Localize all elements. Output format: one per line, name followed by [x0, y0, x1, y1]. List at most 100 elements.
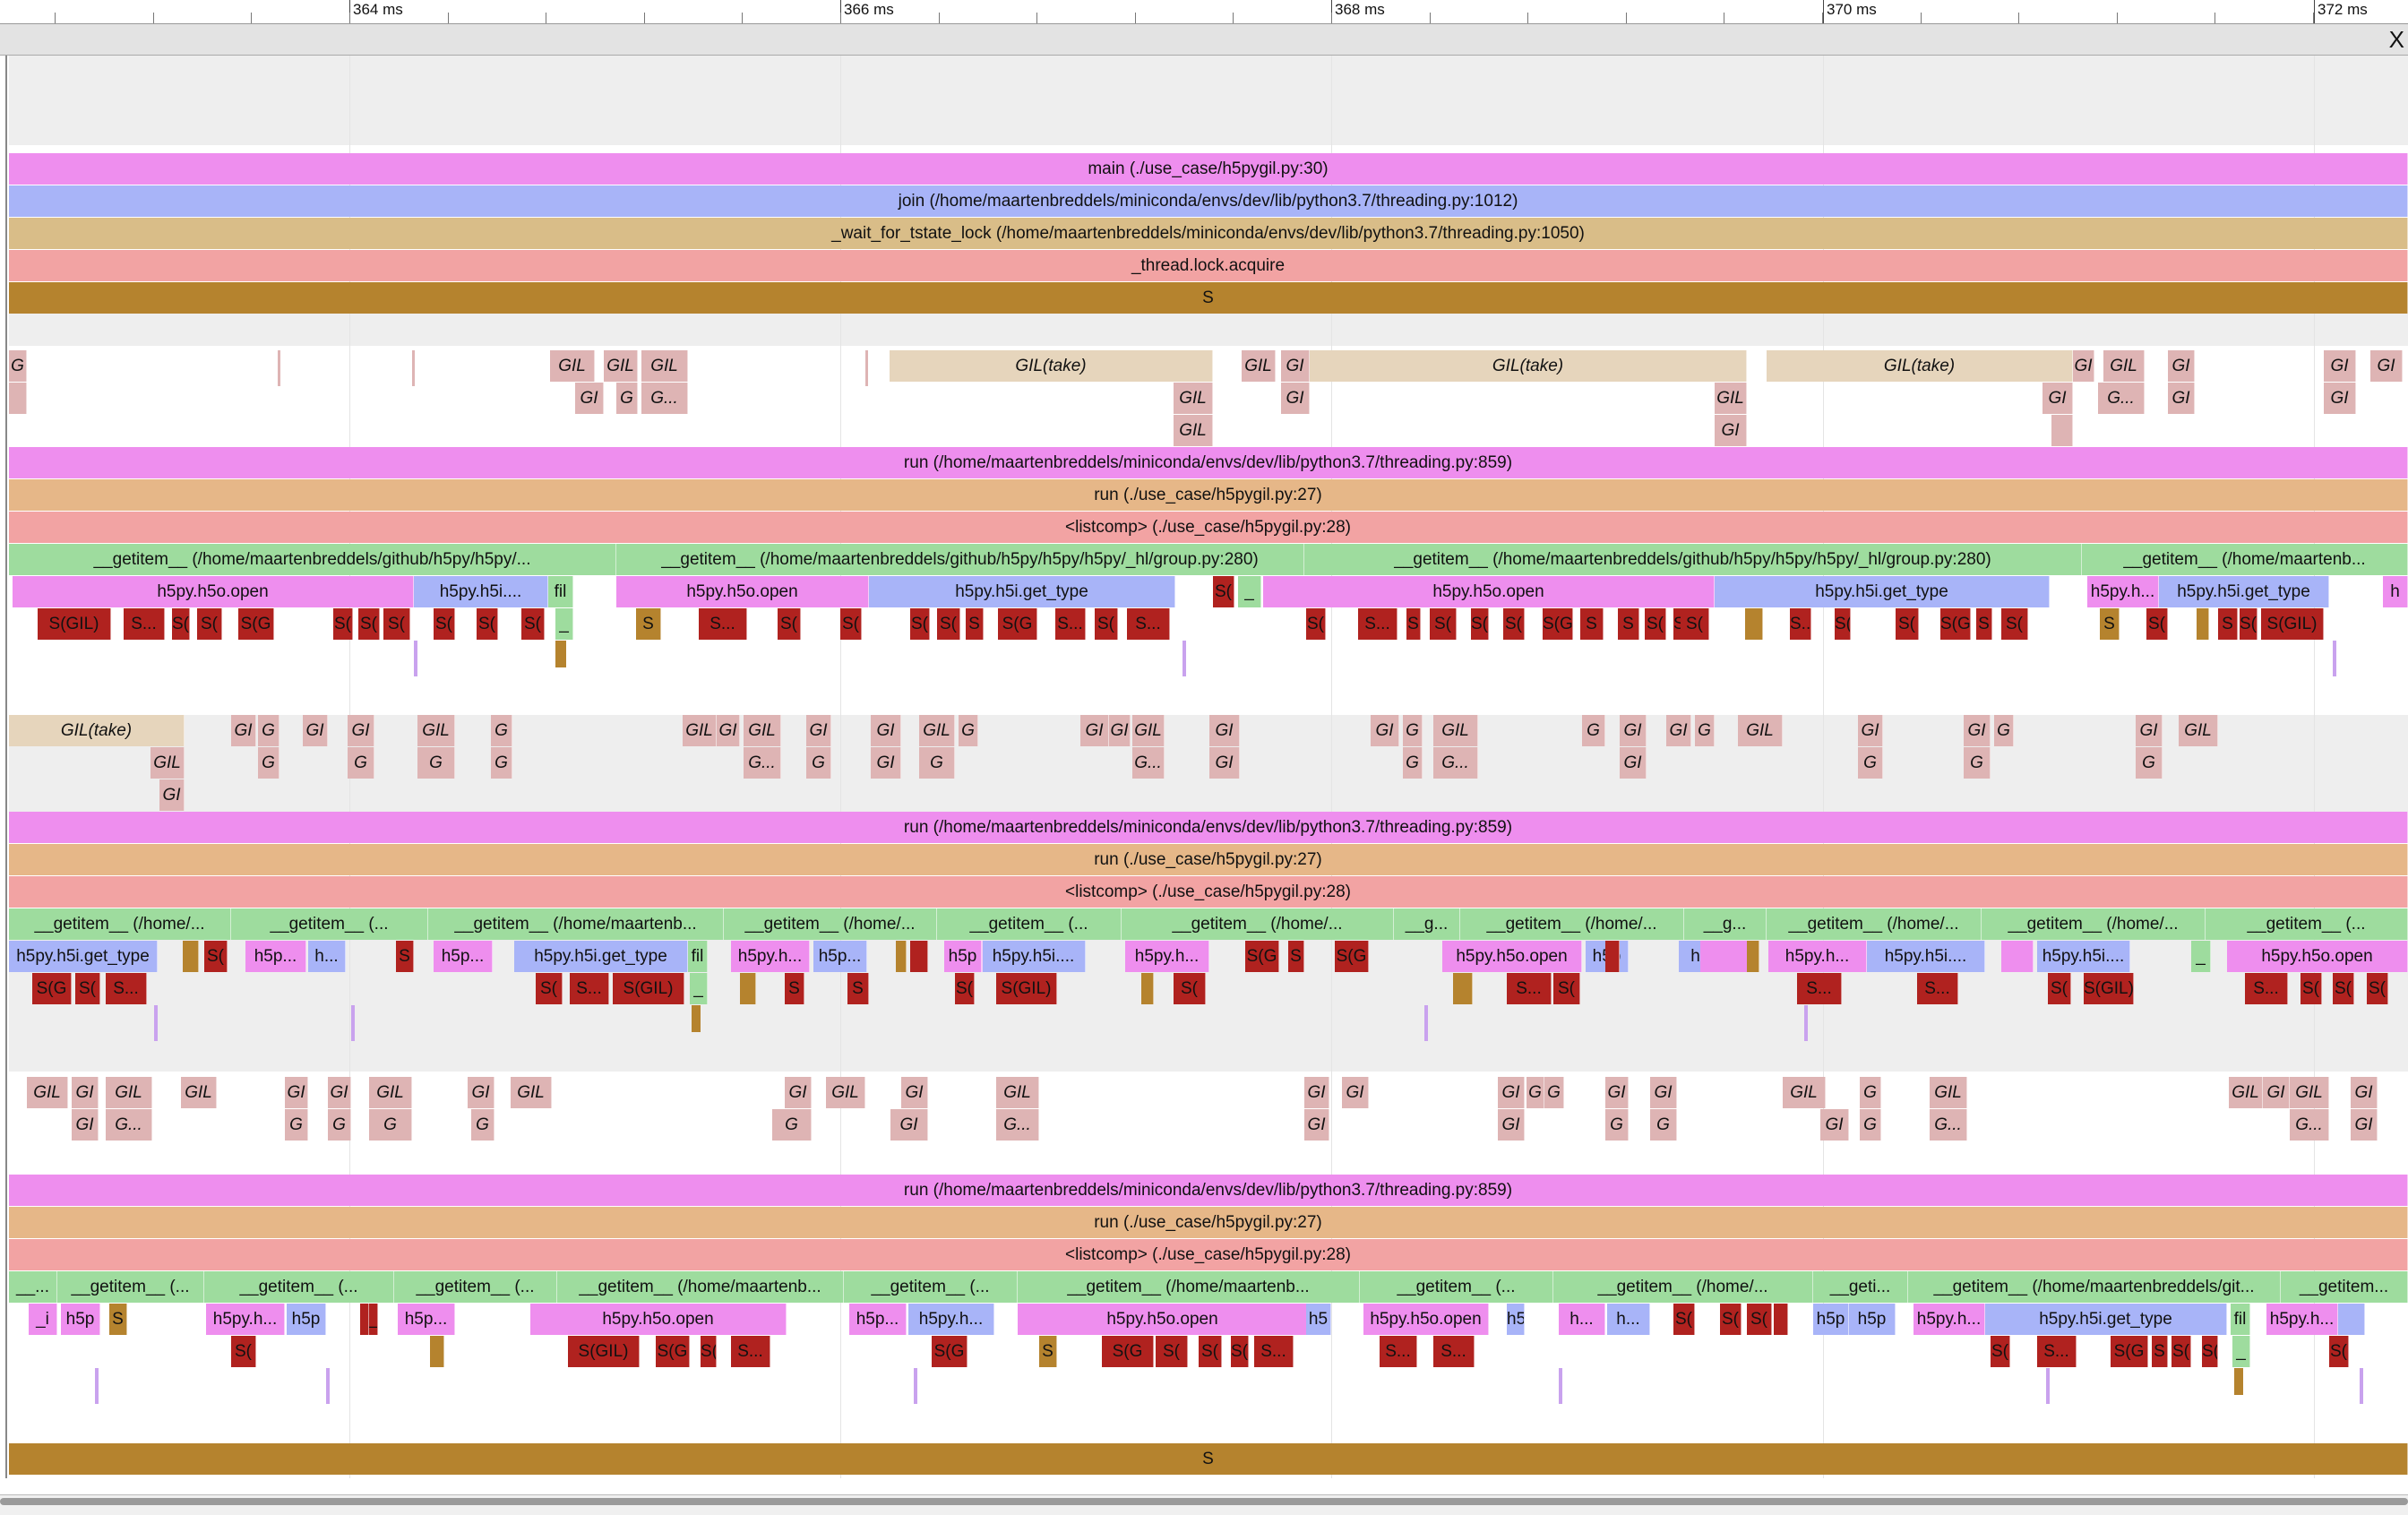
gil-slice[interactable]: GIL [1738, 715, 1783, 746]
frame-sleep-gil[interactable]: S( [2240, 608, 2258, 640]
gil-slice[interactable]: GI [2324, 383, 2356, 414]
frame-sleep-gil[interactable]: S( [955, 973, 975, 1004]
frame-sleep-gil[interactable]: S(GIL) [613, 973, 684, 1004]
frame-sleep-gil[interactable] [360, 1304, 369, 1335]
frame-h5o-open[interactable]: h5p... [849, 1304, 907, 1335]
frame-sleep-gil[interactable]: S... [124, 608, 165, 640]
frame-sleep-gil[interactable]: S(GIL) [38, 608, 111, 640]
gil-slice[interactable]: GI [1650, 1077, 1677, 1108]
frame-sleep-gil[interactable]: S( [2048, 973, 2071, 1004]
frame-sleep-gil[interactable]: S(G [238, 608, 274, 640]
frame-getitem[interactable]: __getitem__ (... [937, 908, 1122, 940]
frame-sleep-gil[interactable]: S... [731, 1336, 770, 1367]
gil-slice[interactable]: GIL [2179, 715, 2218, 746]
frame-h5i-get-type[interactable]: h... [1607, 1304, 1650, 1335]
gil-slice[interactable]: GI [1858, 715, 1883, 746]
frame-small[interactable]: _ [2232, 1336, 2250, 1367]
frame-getitem[interactable]: __getitem__ (/home/maartenb... [557, 1271, 844, 1303]
gil-slice[interactable]: G [258, 747, 280, 779]
frame-h5o-open[interactable] [1700, 941, 1749, 972]
gil-slice[interactable]: GI [328, 1077, 351, 1108]
gil-slice[interactable]: G [9, 350, 27, 382]
frame-sliver[interactable] [2360, 1368, 2363, 1404]
gil-slice[interactable]: G [2136, 747, 2163, 779]
frame-sleep-gil[interactable]: S(G [1543, 608, 1573, 640]
frame-h5i-get-type[interactable]: h... [308, 941, 346, 972]
frame-sleep-gil[interactable]: S( [1835, 608, 1851, 640]
frame-sleep-gil[interactable]: S... [106, 973, 147, 1004]
frame-sleep[interactable]: S [1039, 1336, 1057, 1367]
frame-sliver[interactable] [2234, 1368, 2243, 1395]
frame-h5o-open[interactable]: h... [1559, 1304, 1605, 1335]
frame-sleep-gil[interactable]: S(G [1335, 941, 1369, 972]
frame-h5o-open[interactable]: h5py.h5o.open [616, 576, 869, 607]
frame-sleep-gil[interactable]: S(G [1940, 608, 1971, 640]
frame-h5o-open[interactable]: h5py.h... [206, 1304, 285, 1335]
frame-sleep-gil[interactable]: S [966, 608, 984, 640]
gil-slice[interactable]: GI [1109, 715, 1131, 746]
gil-slice[interactable]: GI [2073, 350, 2094, 382]
frame-h5o-open[interactable] [2001, 941, 2034, 972]
frame-sleep-gil[interactable]: S [1580, 608, 1604, 640]
frame-sleep-gil[interactable]: S( [1213, 576, 1234, 607]
frame-sleep-gil[interactable]: S(G [32, 973, 72, 1004]
gil-slice[interactable]: G [806, 747, 831, 779]
gil-slice[interactable]: GI [1666, 715, 1691, 746]
frame-sleep[interactable]: S [9, 1443, 2408, 1475]
gil-slice[interactable]: G [491, 715, 512, 746]
gil-slice[interactable]: G [616, 383, 638, 414]
gil-take-slice[interactable]: GIL(take) [1767, 350, 2073, 382]
gil-slice[interactable]: G [1695, 715, 1715, 746]
frame-sleep-gil[interactable]: S... [2037, 1336, 2077, 1367]
frame-getitem[interactable]: __getitem__ (... [1360, 1271, 1553, 1303]
frame-h5o-open[interactable]: h5py.h5o.open [1363, 1304, 1489, 1335]
gil-slice[interactable]: G [1994, 715, 2014, 746]
frame-run-threading[interactable]: run (/home/maartenbreddels/miniconda/env… [9, 447, 2408, 478]
frame-sleep[interactable] [740, 973, 756, 1004]
frame-sliver[interactable] [1424, 1005, 1428, 1041]
gil-slice[interactable]: G [328, 1109, 351, 1141]
gil-slice[interactable]: G [1544, 1077, 1564, 1108]
frame-sleep-gil[interactable]: S(G [1245, 941, 1279, 972]
gil-slice[interactable]: GIL [996, 1077, 1039, 1108]
frame-h5o-open[interactable]: h5p... [398, 1304, 455, 1335]
gil-slice[interactable]: GIL [604, 350, 638, 382]
frame-getitem[interactable]: __... [9, 1271, 57, 1303]
gil-take-slice[interactable]: GIL(take) [9, 715, 185, 746]
frame-getitem[interactable]: __getitem__ (/home/... [1982, 908, 2206, 940]
frame-sliver[interactable] [414, 641, 417, 676]
frame-small[interactable]: _ [2191, 941, 2211, 972]
frame-sleep-gil[interactable]: S [2152, 1336, 2168, 1367]
frame-sleep-gil[interactable] [1605, 941, 1620, 972]
frame-sleep-gil[interactable] [1774, 1304, 1788, 1335]
frame-sleep-gil[interactable]: S( [1471, 608, 1489, 640]
frame-small[interactable]: _ [690, 973, 708, 1004]
frame-sleep-gil[interactable]: S [396, 941, 414, 972]
gil-slice[interactable]: GI [231, 715, 256, 746]
frame-h5i-get-type[interactable] [2338, 1304, 2365, 1335]
frame-h5o-open[interactable]: h5p [61, 1304, 100, 1335]
gil-slice[interactable]: GI [468, 1077, 494, 1108]
frame-h5i-get-type[interactable]: h5py.h... [908, 1304, 994, 1335]
gil-slice[interactable]: GI [1964, 715, 1991, 746]
frame-h5o-open[interactable]: h5p... [434, 941, 493, 972]
frame-h5o-open[interactable]: h5py.h5o.open [1018, 1304, 1308, 1335]
frame-sleep-gil[interactable]: S( [2367, 973, 2388, 1004]
frame-getitem[interactable]: __g... [1394, 908, 1460, 940]
frame-sleep-gil[interactable]: S( [1720, 1304, 1742, 1335]
gil-slice[interactable]: GI [1304, 1109, 1329, 1141]
frame-h5o-open[interactable]: h5py.h5o.open [2227, 941, 2408, 972]
gil-slice[interactable]: GI [1209, 747, 1240, 779]
frame-sliver[interactable] [914, 1368, 917, 1404]
frame-h5i-get-type[interactable]: h5py.h5i.get_type [9, 941, 158, 972]
frame-sliver[interactable] [692, 1005, 701, 1032]
frame-sliver[interactable] [278, 350, 280, 386]
frame-sleep[interactable]: S [9, 282, 2408, 314]
gil-slice[interactable]: GI [1820, 1109, 1849, 1141]
gil-slice[interactable]: GI [1605, 1077, 1629, 1108]
frame-sleep-gil[interactable]: S( [2300, 973, 2322, 1004]
frame-sleep[interactable]: S [109, 1304, 127, 1335]
frame-sleep-gil[interactable]: S( [1095, 608, 1118, 640]
gil-slice[interactable]: GI [2324, 350, 2356, 382]
frame-getitem[interactable]: __getitem__ (/home/... [1460, 908, 1684, 940]
